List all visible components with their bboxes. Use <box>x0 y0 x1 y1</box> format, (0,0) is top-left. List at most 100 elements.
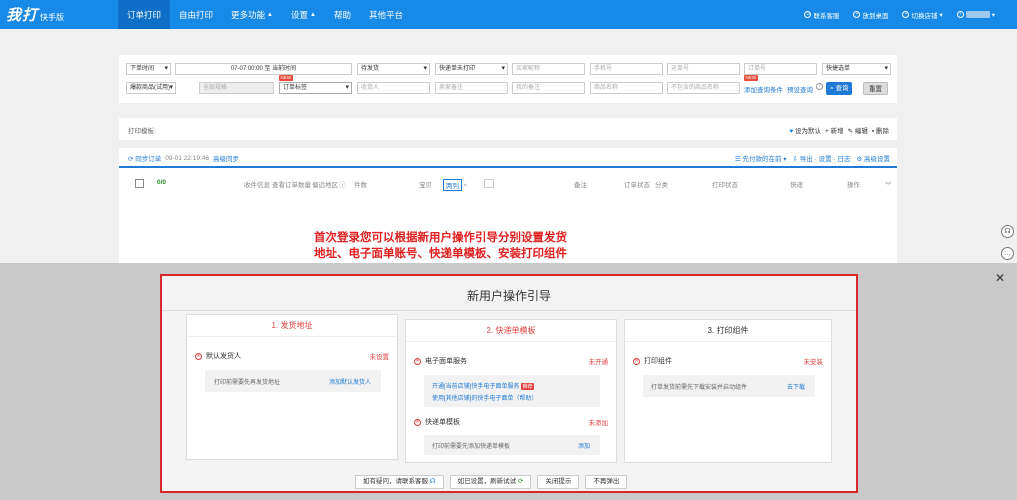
add-template-button[interactable]: + 新增 <box>825 125 844 135</box>
waybill-options-box: 开通[当前店铺]快手电子面单服务 推荐 使用[其他店铺]的快手电子面单（帮助） <box>424 375 600 407</box>
help-icon[interactable]: ⓘ <box>339 179 346 189</box>
guide-annotation: 首次登录您可以根据新用户操作引导分别设置发货 地址、电子面单账号、快递单模板、安… <box>314 232 567 260</box>
advanced-sync-link[interactable]: 高级同步 <box>213 153 239 163</box>
status-badge: 未设置 <box>369 354 390 361</box>
caret-down-icon: ▲ <box>267 11 273 18</box>
avatar <box>965 11 990 18</box>
user-menu[interactable]: i ▾ <box>956 11 995 19</box>
headset-icon[interactable]: ☊ <box>1001 225 1014 238</box>
status-badge: 未开通 <box>588 359 609 366</box>
expand-chevron-icon[interactable]: ︾ <box>885 179 892 189</box>
col-print-status: 打印状态 <box>712 182 738 189</box>
nav-more-features[interactable]: 更多功能 ▲ <box>222 0 282 29</box>
order-count: 0/0 <box>157 179 167 186</box>
card-print-component: 3. 打印组件 ✕ 打印组件 未安装 打单发货前需先下载安装并启动组件 去下载 <box>624 319 832 463</box>
my-remark-input[interactable]: 我的备注 <box>512 82 585 94</box>
col-remark: 备注 <box>574 182 587 189</box>
order-time-select[interactable]: 下单时间 <box>126 63 171 75</box>
grid-icon[interactable] <box>484 179 494 188</box>
nav-other-platforms[interactable]: 其他平台 <box>360 0 412 29</box>
print-template-panel: 打印模板: ♥ 设为默认 + 新增 ✎ 编辑 ▪ 删除 <box>119 118 897 140</box>
chat-icon[interactable]: … <box>1001 247 1014 260</box>
buyer-nick-input[interactable]: 买家昵称 <box>512 63 585 75</box>
contact-service-button[interactable]: 如有疑问，请联系客服 ☊ <box>355 475 444 489</box>
use-other-waybill-link[interactable]: 使用[其他店铺]的快手电子面单（帮助） <box>432 393 537 402</box>
spec-input[interactable]: 全部规格 <box>199 82 274 94</box>
preset-query-link[interactable]: 预设查询 <box>787 84 813 94</box>
set-default-button[interactable]: ♥ 设为默认 <box>789 125 821 135</box>
switch-shop-link[interactable]: ▪ 切换店铺 ▾ <box>902 10 943 20</box>
wrap-toggle[interactable]: 两列 ^ <box>443 179 467 191</box>
close-icon[interactable]: ✕ <box>995 271 1005 285</box>
sort-select[interactable]: ☰ 先付款的在前 ▾ <box>735 153 787 163</box>
logo-sub: 快手版 <box>40 13 65 22</box>
close-circle-icon: ✕ <box>633 357 640 365</box>
quick-select[interactable]: 快捷选单 <box>822 63 891 75</box>
logo[interactable]: 我打 快手版 <box>0 0 118 29</box>
headset-icon: ☊ <box>429 478 436 485</box>
reset-button[interactable]: 重置 <box>863 82 888 95</box>
nav-help[interactable]: 帮助 <box>325 0 360 29</box>
exclude-goods-input[interactable]: 不包含的商品名称 <box>667 82 740 94</box>
chevron-down-icon: ▾ <box>991 11 995 19</box>
modal-footer: 如有疑问，请联系客服 ☊ 如已设置，刷新试试 ⟳ 关闭提示 不再弹出 <box>355 475 628 489</box>
sync-orders-button[interactable]: ⟳ 同步订单 <box>128 153 161 163</box>
nav-settings[interactable]: 设置 ▲ <box>282 0 325 29</box>
download-link[interactable]: 去下载 <box>787 382 805 391</box>
help-icon[interactable]: ? <box>816 83 823 90</box>
e-waybill-item: ✕ 电子面单服务 未开通 <box>414 357 609 366</box>
time-range-input[interactable]: 07-07 00:00 至 当前时间 <box>175 63 352 75</box>
template-hint-box: 打印前需要先添加快递单模板 添加 <box>424 435 600 455</box>
modal-title: 新用户操作引导 <box>466 289 551 303</box>
table-header: 0/0 收件信息 查看订单数量 偏远地区 ⓘ 件数 宝贝 两列 ^ 备注 订单状… <box>119 176 897 192</box>
goods-name-input[interactable]: 商品名称 <box>590 82 663 94</box>
advanced-settings-link[interactable]: ⚙ 高级设置 <box>856 153 890 163</box>
delete-template-button[interactable]: ▪ 删除 <box>872 125 889 135</box>
add-template-link[interactable]: 添加 <box>578 441 590 450</box>
refresh-button[interactable]: 如已设置，刷新试试 ⟳ <box>449 475 532 489</box>
logo-main: 我打 <box>6 6 39 24</box>
card-shipping-address: 1. 发货地址 ✕ 默认发货人 未设置 打印前需要先再发货地址 添加默认发货人 <box>186 314 398 460</box>
status-select[interactable]: 待发货 <box>357 63 430 75</box>
nav-order-print[interactable]: 订单打印 <box>118 0 171 29</box>
top-right-actions: ☺ 联系客服 • 放到桌面 ▪ 切换店铺 ▾ i ▾ <box>804 0 995 29</box>
seller-remark-input[interactable]: 卖家备注 <box>435 82 508 94</box>
card-title: 2. 快递单模板 <box>406 320 616 342</box>
express-print-select[interactable]: 快递单未打印 <box>435 63 508 75</box>
col-split: 分类 <box>655 182 668 189</box>
order-no-input[interactable]: 订单号 <box>744 63 817 75</box>
col-actions: 操作 <box>847 182 860 189</box>
add-default-sender-link[interactable]: 添加默认发货人 <box>329 377 371 386</box>
order-tag-select[interactable]: 订单标签 <box>279 82 352 94</box>
new-user-guide-modal: 新用户操作引导 1. 发货地址 ✕ 默认发货人 未设置 打印前需要先再发货地址 添… <box>160 274 858 493</box>
never-show-button[interactable]: 不再弹出 <box>585 475 628 489</box>
query-button[interactable]: ⌕ 查询 <box>826 82 853 95</box>
add-condition-link[interactable]: 添加查询条件 <box>744 84 783 94</box>
status-badge: 未添加 <box>588 420 609 427</box>
view-count-link[interactable]: 查看订单数量 <box>272 179 311 189</box>
close-tip-button[interactable]: 关闭提示 <box>537 475 580 489</box>
card-express-template: 2. 快递单模板 ✕ 电子面单服务 未开通 开通[当前店铺]快手电子面单服务 推荐… <box>405 319 617 463</box>
desktop-shortcut-link[interactable]: • 放到桌面 <box>853 10 888 20</box>
user-icon: i <box>956 11 964 18</box>
hot-goods-select[interactable]: 爆款商品(试用) <box>126 82 176 94</box>
sender-hint-box: 打印前需要先再发货地址 添加默认发货人 <box>205 370 381 392</box>
waybill-input[interactable]: 运单号 <box>667 63 740 75</box>
nav-free-print[interactable]: 自由打印 <box>170 0 222 29</box>
search-panel: 下单时间 07-07 00:00 至 当前时间 待发货 快递单未打印 买家昵称 … <box>119 55 897 103</box>
edit-template-button[interactable]: ✎ 编辑 <box>848 125 868 135</box>
close-circle-icon: ✕ <box>414 418 421 426</box>
remote-area-link[interactable]: 偏远地区 <box>312 179 338 189</box>
phone-input[interactable]: 手机号 <box>590 63 663 75</box>
receiver-input[interactable]: 收货人 <box>357 82 430 94</box>
heart-icon: ♥ <box>789 128 794 135</box>
headset-icon: ☺ <box>804 11 812 18</box>
col-express: 快递 <box>790 182 803 189</box>
select-all-checkbox[interactable] <box>135 179 144 188</box>
top-bar: 我打 快手版 订单打印 自由打印 更多功能 ▲ 设置 ▲ 帮助 其他平台 ☺ 联系客服… <box>0 0 1017 29</box>
new-badge: NEW <box>279 75 293 81</box>
contact-service-link[interactable]: ☺ 联系客服 <box>804 10 839 20</box>
caret-down-icon: ▲ <box>310 11 316 18</box>
open-waybill-link[interactable]: 开通[当前店铺]快手电子面单服务 推荐 <box>432 381 535 390</box>
export-settings-link[interactable]: ⇩ 导出 · 设置 · 日志 <box>793 153 851 163</box>
